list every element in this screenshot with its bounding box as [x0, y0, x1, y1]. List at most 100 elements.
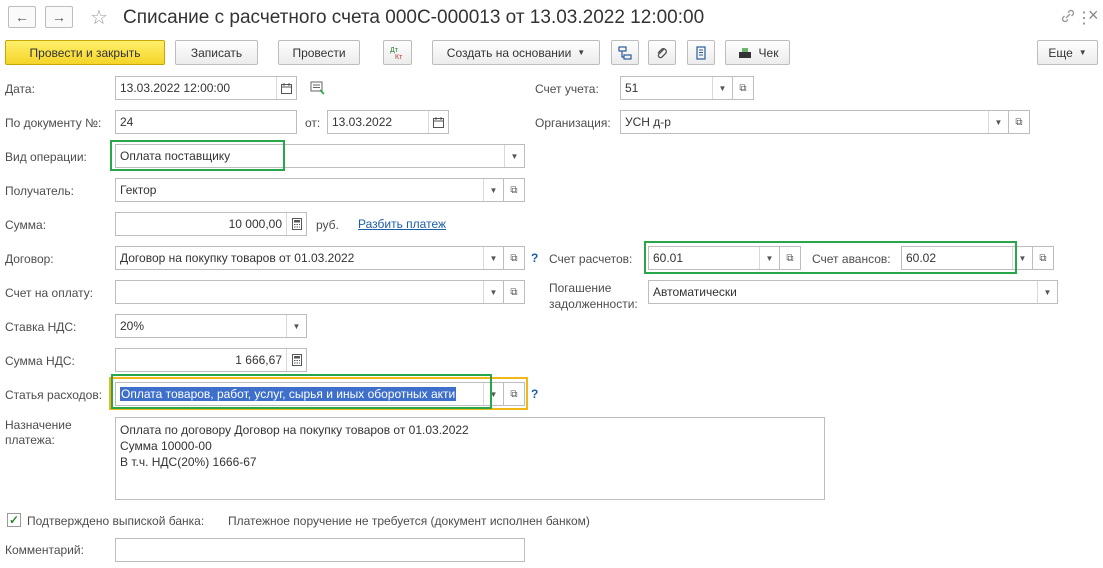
arrow-right-icon: → — [52, 9, 66, 25]
document-history-icon[interactable] — [310, 81, 326, 98]
contract-label: Договор: — [5, 252, 54, 266]
account-open-button[interactable]: ⧉ — [732, 76, 754, 100]
contract-value: Договор на покупку товаров от 01.03.2022 — [120, 251, 355, 265]
create-based-on-button[interactable]: Создать на основании ▼ — [432, 40, 600, 65]
date-label: Дата: — [5, 82, 35, 96]
highlight-accounts — [644, 241, 1017, 274]
split-payment-link[interactable]: Разбить платеж — [358, 217, 446, 231]
calculator-icon[interactable] — [286, 349, 306, 371]
org-label: Организация: — [535, 116, 611, 130]
print-button[interactable] — [687, 40, 715, 65]
currency-label: руб. — [316, 218, 339, 232]
arrow-left-icon: ← — [15, 9, 29, 25]
sum-field[interactable]: 10 000,00 — [115, 212, 307, 236]
recipient-open-button[interactable]: ⧉ — [503, 178, 525, 202]
vat-rate-field[interactable]: 20% ▼ — [115, 314, 307, 338]
account-field[interactable]: 51 ▼ — [620, 76, 733, 100]
from-date-field[interactable]: 13.03.2022 — [327, 110, 449, 134]
repayment-field[interactable]: Автоматически ▼ — [648, 280, 1058, 304]
create-based-on-label: Создать на основании — [446, 45, 572, 60]
org-value: УСН д-р — [625, 115, 671, 129]
invoice-field[interactable]: ▼ — [115, 280, 504, 304]
chevron-down-icon: ▼ — [1078, 48, 1087, 57]
chevron-down-icon[interactable]: ▼ — [483, 179, 503, 201]
more-label: Еще — [1048, 45, 1073, 60]
calendar-icon[interactable] — [276, 77, 296, 99]
paperclip-icon — [657, 47, 667, 58]
highlight-operation — [110, 140, 285, 171]
vat-sum-value: 1 666,67 — [235, 353, 282, 367]
link-icon[interactable] — [1060, 8, 1076, 27]
open-icon: ⧉ — [1015, 116, 1023, 128]
contract-field[interactable]: Договор на покупку товаров от 01.03.2022… — [115, 246, 504, 270]
org-field[interactable]: УСН д-р ▼ — [620, 110, 1009, 134]
date-field[interactable]: 13.03.2022 12:00:00 — [115, 76, 297, 100]
chevron-down-icon[interactable]: ▼ — [286, 315, 306, 337]
purpose-label-line2: платежа: — [5, 433, 55, 447]
back-button[interactable]: ← — [8, 6, 36, 28]
write-button[interactable]: Записать — [175, 40, 258, 65]
svg-text:Кт: Кт — [395, 54, 403, 61]
chevron-down-icon[interactable]: ▼ — [988, 111, 1008, 133]
post-and-close-button[interactable]: Провести и закрыть — [5, 40, 165, 65]
repayment-label-line2: задолженности: — [549, 297, 638, 311]
settle-account-label: Счет расчетов: — [549, 252, 633, 266]
chevron-down-icon[interactable]: ▼ — [1037, 281, 1057, 303]
cash-register-icon — [738, 47, 751, 58]
payment-order-text: Платежное поручение не требуется (докуме… — [228, 514, 590, 528]
sum-label: Сумма: — [5, 218, 47, 232]
recipient-field[interactable]: Гектор ▼ — [115, 178, 504, 202]
forward-button[interactable]: → — [45, 6, 73, 28]
vat-sum-label: Сумма НДС: — [5, 354, 75, 368]
operation-label: Вид операции: — [5, 150, 87, 164]
invoice-open-button[interactable]: ⧉ — [503, 280, 525, 304]
attach-button[interactable] — [648, 40, 676, 65]
vat-sum-field[interactable]: 1 666,67 — [115, 348, 307, 372]
more-button[interactable]: Еще ▼ — [1037, 40, 1098, 65]
doc-num-label: По документу №: — [5, 116, 102, 130]
account-label: Счет учета: — [535, 82, 599, 96]
recipient-value: Гектор — [120, 183, 157, 197]
structure-button[interactable] — [611, 40, 639, 65]
purpose-textarea[interactable]: Оплата по договору Договор на покупку то… — [115, 417, 825, 500]
check-button[interactable]: Чек — [725, 40, 790, 65]
contract-help-icon[interactable]: ? — [531, 251, 538, 265]
open-icon: ⧉ — [739, 82, 747, 94]
write-label: Записать — [190, 45, 243, 60]
highlight-expense-green — [111, 374, 492, 409]
chevron-down-icon[interactable]: ▼ — [504, 145, 524, 167]
dtkt-button[interactable]: Дт Кт — [383, 40, 412, 65]
chevron-down-icon[interactable]: ▼ — [483, 247, 503, 269]
comment-field[interactable] — [115, 538, 525, 562]
expense-help-icon[interactable]: ? — [531, 387, 538, 401]
debit-credit-icon: Дт Кт — [390, 47, 403, 61]
star-icon[interactable]: ☆ — [90, 5, 108, 30]
chevron-down-icon: ▼ — [577, 48, 586, 57]
invoice-label: Счет на оплату: — [5, 286, 94, 300]
post-label: Провести — [292, 45, 346, 60]
comment-label: Комментарий: — [5, 543, 84, 557]
chevron-down-icon[interactable]: ▼ — [712, 77, 732, 99]
contract-open-button[interactable]: ⧉ — [503, 246, 525, 270]
chevron-down-icon[interactable]: ▼ — [483, 281, 503, 303]
date-value: 13.03.2022 12:00:00 — [120, 81, 231, 95]
confirmed-checkbox[interactable]: ✓ — [7, 513, 21, 527]
repayment-value: Автоматически — [653, 285, 737, 299]
open-icon: ⧉ — [510, 286, 518, 298]
structure-icon — [618, 45, 632, 60]
from-label: от: — [305, 116, 321, 130]
from-date-value: 13.03.2022 — [332, 115, 393, 129]
recipient-label: Получатель: — [5, 184, 74, 198]
close-icon[interactable]: × — [1088, 5, 1099, 26]
repayment-label-line1: Погашение — [549, 281, 612, 295]
post-button[interactable]: Провести — [278, 40, 360, 65]
advance-account-open-button[interactable]: ⧉ — [1032, 246, 1054, 270]
doc-num-field[interactable]: 24 — [115, 110, 297, 134]
account-value: 51 — [625, 81, 639, 95]
check-label: Чек — [758, 45, 779, 60]
vat-rate-value: 20% — [120, 319, 145, 333]
calendar-icon[interactable] — [428, 111, 448, 133]
vat-rate-label: Ставка НДС: — [5, 320, 77, 334]
org-open-button[interactable]: ⧉ — [1008, 110, 1030, 134]
calculator-icon[interactable] — [286, 213, 306, 235]
